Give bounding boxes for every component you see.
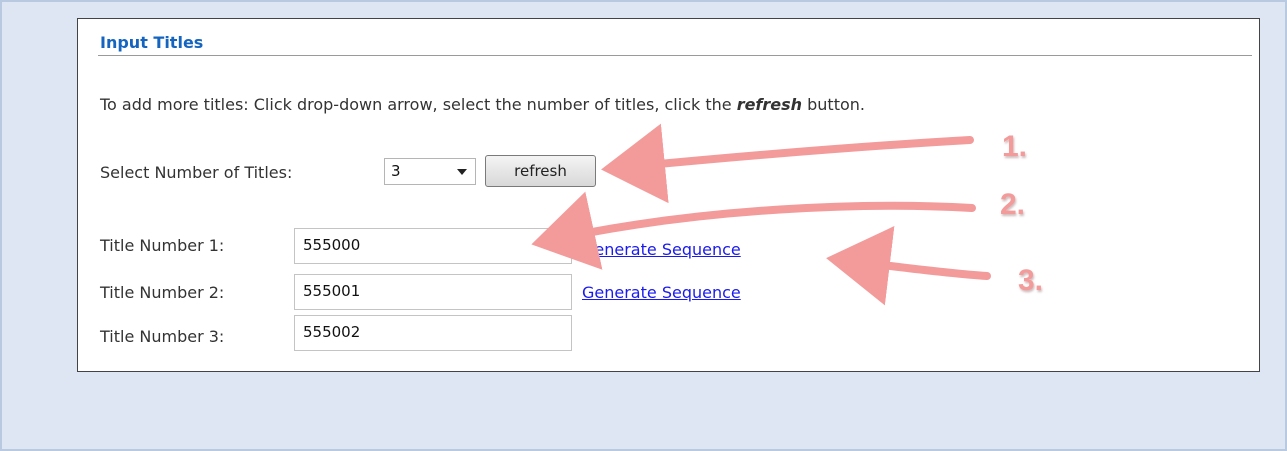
annotation-step-2: 2.: [1000, 188, 1026, 221]
annotation-step-1: 1.: [1002, 130, 1028, 163]
instructions-emphasis: refresh: [736, 95, 803, 114]
section-title: Input Titles: [100, 33, 204, 52]
instructions-text-after: button.: [802, 95, 865, 114]
select-count-label: Select Number of Titles:: [100, 163, 293, 182]
title-2-label: Title Number 2:: [100, 283, 225, 302]
annotation-step-3: 3.: [1018, 264, 1044, 297]
title-divider: [98, 55, 1252, 56]
title-count-value: 3: [391, 162, 401, 180]
input-titles-panel: Input Titles To add more titles: Click d…: [77, 18, 1260, 372]
title-1-input[interactable]: 555000: [294, 228, 572, 264]
instructions-text: To add more titles: Click drop-down arro…: [100, 95, 865, 114]
page-background: Input Titles To add more titles: Click d…: [0, 0, 1287, 451]
title-2-generate-sequence-link[interactable]: Generate Sequence: [582, 283, 741, 302]
title-3-input[interactable]: 555002: [294, 315, 572, 351]
title-2-input[interactable]: 555001: [294, 274, 572, 310]
title-1-generate-sequence-link[interactable]: Generate Sequence: [582, 240, 741, 259]
title-count-select[interactable]: 3: [384, 158, 476, 185]
title-1-label: Title Number 1:: [100, 236, 225, 255]
instructions-text-before: To add more titles: Click drop-down arro…: [100, 95, 737, 114]
dropdown-arrow-icon[interactable]: [457, 169, 467, 175]
refresh-button[interactable]: refresh: [485, 155, 596, 187]
title-3-label: Title Number 3:: [100, 327, 225, 346]
